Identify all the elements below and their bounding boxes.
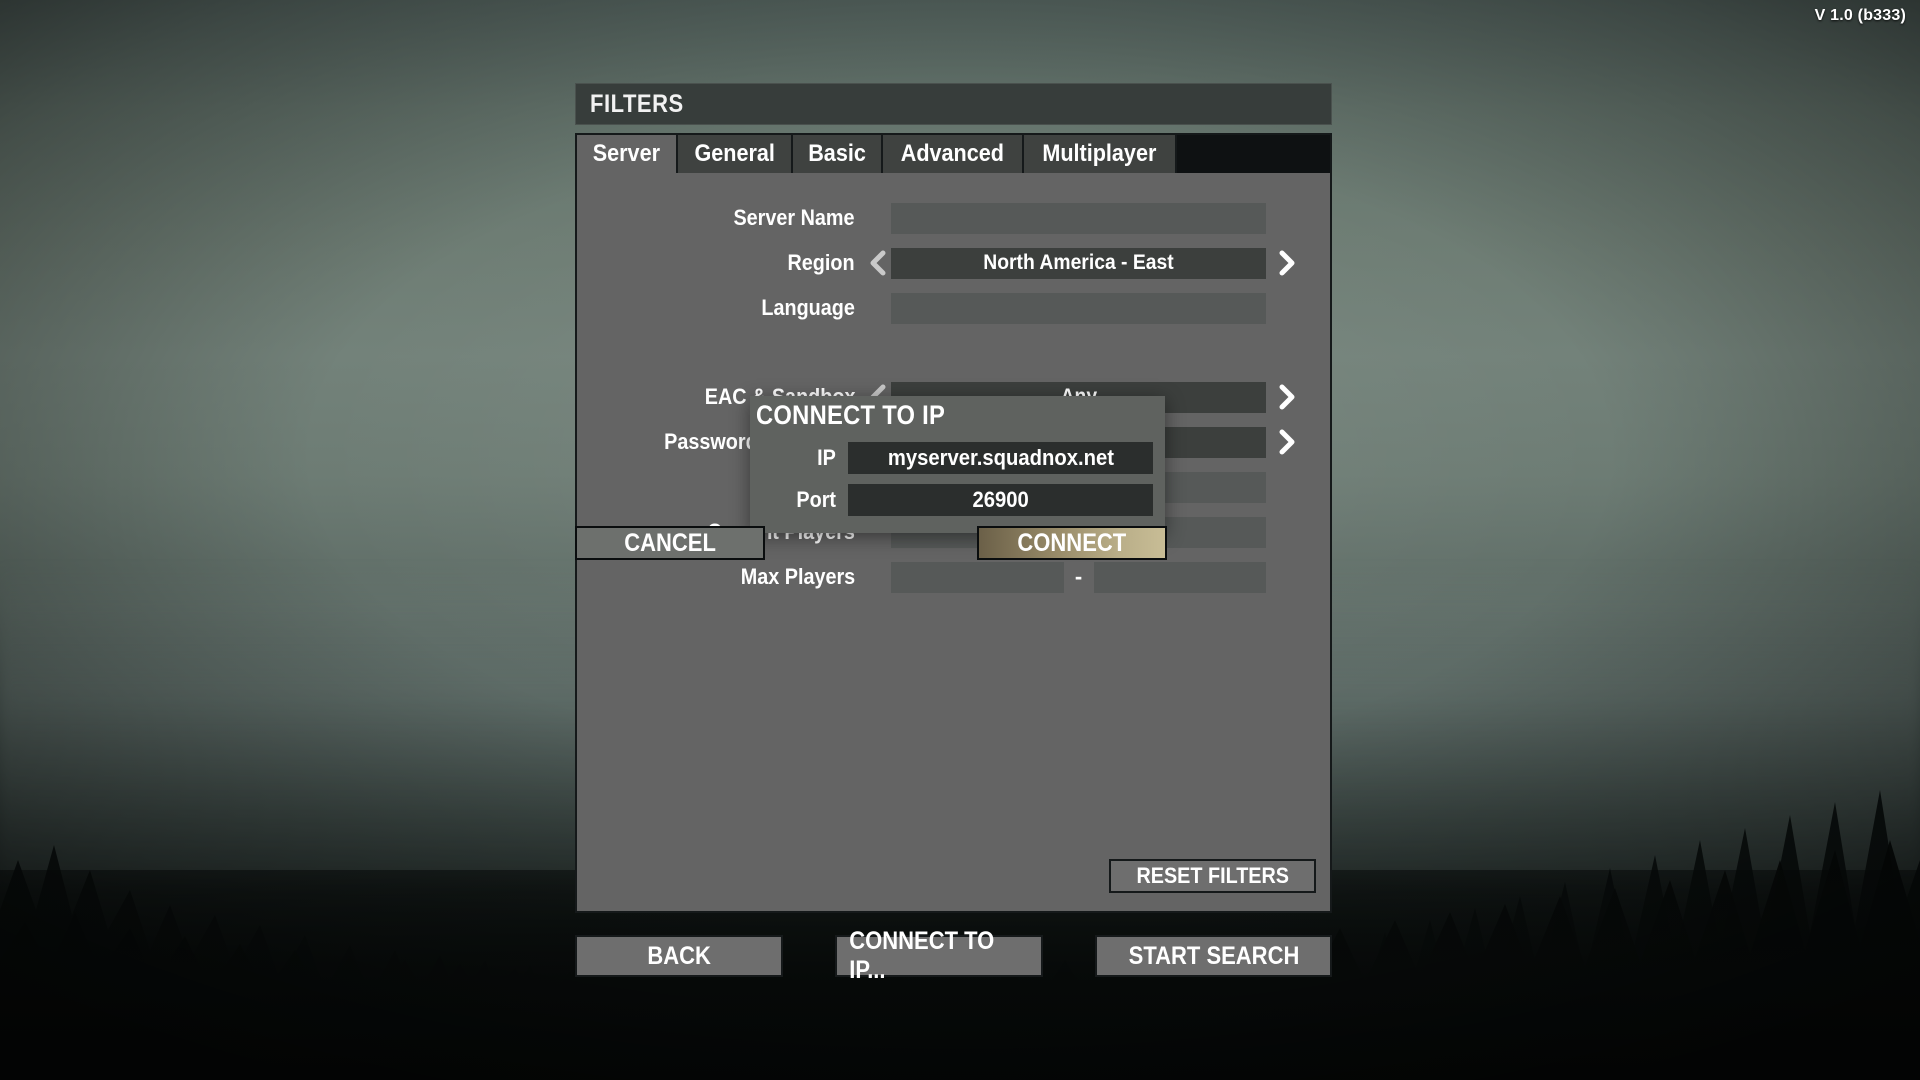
max-players-label: Max Players xyxy=(740,564,855,589)
filters-header: FILTERS xyxy=(575,83,1332,125)
row-region: Region North America - East xyxy=(607,246,1300,280)
tab-advanced[interactable]: Advanced xyxy=(883,135,1024,173)
region-prev-icon[interactable] xyxy=(865,250,891,276)
language-input[interactable] xyxy=(891,292,1266,324)
region-next-icon[interactable] xyxy=(1274,250,1300,276)
reset-filters-button[interactable]: RESET FILTERS xyxy=(1109,859,1316,893)
connect-button-label: CONNECT xyxy=(1017,528,1127,557)
row-max-players: Max Players - xyxy=(607,560,1300,594)
bottom-button-bar: BACK CONNECT TO IP... START SEARCH xyxy=(575,927,1332,984)
row-server-name: Server Name xyxy=(607,201,1300,235)
back-button[interactable]: BACK xyxy=(575,935,783,977)
tab-basic[interactable]: Basic xyxy=(793,135,884,173)
dialog-button-row: CANCEL CONNECT xyxy=(575,526,1167,560)
row-language: Language xyxy=(607,291,1300,325)
form-gap xyxy=(607,336,1300,380)
tab-bar: Server General Basic Advanced Multiplaye… xyxy=(577,135,1330,173)
region-label: Region xyxy=(787,250,855,275)
tab-server-label: Server xyxy=(592,140,660,167)
tab-general[interactable]: General xyxy=(677,135,794,173)
ip-label: IP xyxy=(817,445,836,470)
reset-filters-label: RESET FILTERS xyxy=(1136,863,1289,888)
tab-multiplayer-label: Multiplayer xyxy=(1042,140,1157,167)
language-label: Language xyxy=(761,295,855,320)
eac-sandbox-next-icon[interactable] xyxy=(1274,384,1300,410)
tab-basic-label: Basic xyxy=(808,140,866,167)
connect-to-ip-button-label: CONNECT TO IP... xyxy=(849,927,995,984)
server-name-label: Server Name xyxy=(733,205,855,230)
region-value[interactable]: North America - East xyxy=(891,247,1266,279)
port-input[interactable]: 26900 xyxy=(848,484,1153,516)
tab-advanced-label: Advanced xyxy=(900,140,1005,167)
password-protected-next-icon[interactable] xyxy=(1274,429,1300,455)
dialog-title: CONNECT TO IP xyxy=(756,400,946,430)
cancel-button-label: CANCEL xyxy=(624,528,716,557)
page-title: FILTERS xyxy=(590,89,684,118)
connect-to-ip-button[interactable]: CONNECT TO IP... xyxy=(835,927,1043,984)
back-button-label: BACK xyxy=(647,941,711,970)
tab-server[interactable]: Server xyxy=(577,135,678,173)
dialog-row-port: Port 26900 xyxy=(762,483,1153,517)
dialog-body: IP myserver.squadnox.net Port 26900 xyxy=(750,435,1165,533)
server-name-input[interactable] xyxy=(891,202,1266,234)
ip-input[interactable]: myserver.squadnox.net xyxy=(848,442,1153,474)
tab-multiplayer[interactable]: Multiplayer xyxy=(1023,135,1177,173)
version-label: V 1.0 (b333) xyxy=(1814,7,1906,24)
dialog-row-ip: IP myserver.squadnox.net xyxy=(762,441,1153,475)
port-label: Port xyxy=(796,487,836,512)
start-search-button[interactable]: START SEARCH xyxy=(1095,935,1332,977)
connect-button[interactable]: CONNECT xyxy=(977,526,1167,560)
connect-to-ip-dialog: CONNECT TO IP IP myserver.squadnox.net P… xyxy=(575,396,1167,560)
cancel-button[interactable]: CANCEL xyxy=(575,526,765,560)
max-players-dash: - xyxy=(1074,564,1083,589)
max-players-min-input[interactable] xyxy=(891,561,1064,593)
max-players-range: - xyxy=(891,561,1266,593)
start-search-button-label: START SEARCH xyxy=(1128,941,1299,970)
max-players-max-input[interactable] xyxy=(1093,561,1266,593)
tab-general-label: General xyxy=(694,140,775,167)
